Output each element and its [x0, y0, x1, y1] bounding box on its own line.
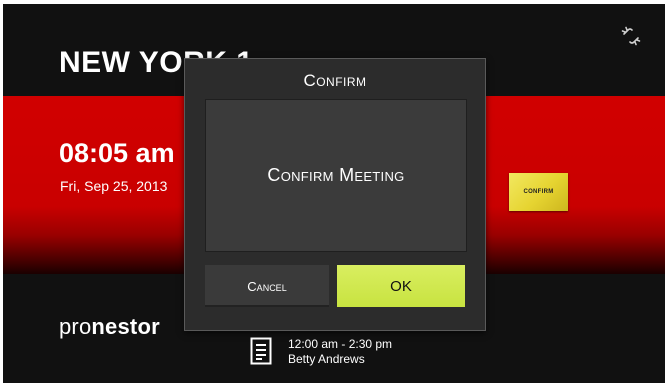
dialog-title: Confirm: [303, 71, 367, 90]
current-date: Fri, Sep 25, 2013: [60, 178, 168, 194]
meeting-time-range: 12:00 am - 2:30 pm: [288, 337, 393, 351]
document-icon: [250, 337, 272, 365]
confirm-dialog: Confirm Confirm Meeting Cancel OK: [184, 58, 486, 331]
current-time: 08:05 am: [59, 138, 175, 168]
meeting-organizer: Betty Andrews: [288, 352, 365, 366]
logo-text-light: pro: [59, 314, 92, 339]
logo-text-bold: nestor: [91, 314, 160, 339]
dialog-message: Confirm Meeting: [267, 165, 405, 185]
confirm-chip-button[interactable]: CONFIRM: [509, 173, 568, 211]
ok-button[interactable]: OK: [337, 265, 465, 307]
pronestor-logo: pronestor: [59, 314, 160, 340]
dialog-body: Confirm Meeting: [205, 99, 467, 252]
broken-link-icon[interactable]: [621, 26, 641, 46]
cancel-button[interactable]: Cancel: [205, 265, 329, 307]
